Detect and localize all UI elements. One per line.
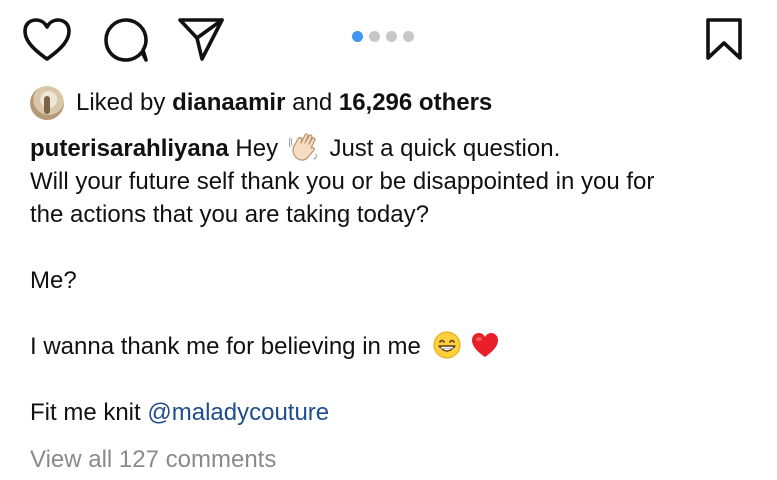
mention-link[interactable]: @maladycouture: [147, 399, 329, 426]
caption-line-5: I wanna thank me for believing in me: [30, 330, 760, 363]
carousel-dot: [369, 30, 380, 42]
save-button[interactable]: [702, 16, 746, 62]
liker-avatar[interactable]: [30, 86, 64, 120]
red-heart-emoji: [470, 330, 500, 360]
caption-line-3: the actions that you are taking today?: [30, 201, 429, 228]
likes-others-count[interactable]: 16,296 others: [339, 84, 492, 122]
waving-hand-emoji: [288, 132, 319, 162]
caption-credit-text: Fit me knit: [30, 399, 141, 426]
caption-thank-text: I wanna thank me for believing in me: [30, 333, 421, 360]
caption-line-6: Fit me knit @maladycouture: [30, 396, 760, 429]
view-comments-link[interactable]: View all 127 comments: [30, 443, 276, 476]
caption-line-2: Will your future self thank you or be di…: [30, 168, 655, 195]
likes-prefix: Liked by: [76, 89, 166, 116]
caption-username[interactable]: puterisarahliyana: [30, 135, 229, 162]
caption-line-4: Me?: [30, 267, 77, 294]
carousel-indicator: [352, 29, 414, 43]
liker-username[interactable]: dianaamir: [172, 84, 285, 122]
bookmark-icon: [706, 18, 742, 60]
post-caption: puterisarahliyana Hey Just a quick quest…: [30, 132, 760, 429]
likes-connector: and: [292, 89, 333, 116]
heart-icon: [23, 18, 71, 61]
carousel-dot-active: [352, 30, 363, 42]
post-action-bar: [0, 0, 777, 80]
comment-button[interactable]: [102, 16, 150, 64]
likes-summary[interactable]: Liked by dianaamir and 16,296 others: [30, 84, 492, 122]
caption-line-1: puterisarahliyana Hey Just a quick quest…: [30, 132, 760, 165]
carousel-dot: [386, 30, 397, 42]
caption-greeting: Hey: [235, 135, 279, 162]
grinning-face-emoji: [432, 330, 462, 360]
share-button[interactable]: [176, 16, 226, 62]
send-icon: [178, 18, 224, 61]
caption-question-intro: Just a quick question.: [329, 135, 561, 162]
comment-icon: [104, 18, 148, 62]
like-button[interactable]: [22, 18, 72, 62]
carousel-dot: [403, 30, 414, 42]
